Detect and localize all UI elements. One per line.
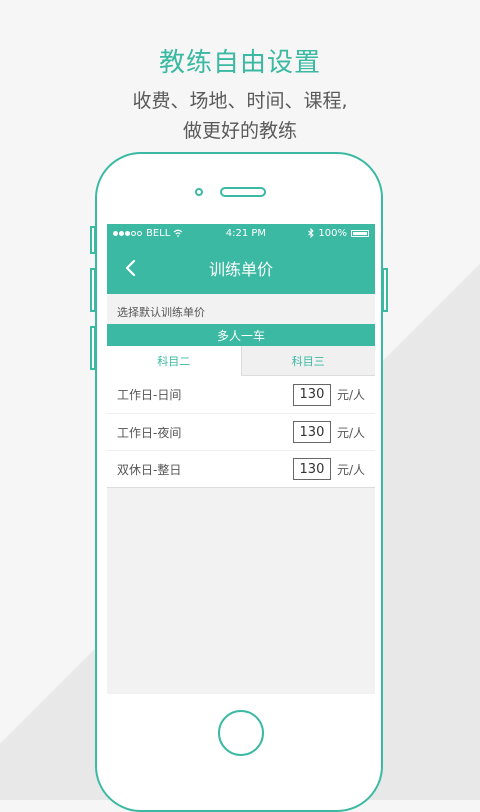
status-time: 4:21 PM xyxy=(225,227,267,239)
price-unit: 元/人 xyxy=(336,462,365,477)
price-input[interactable]: 130 xyxy=(292,421,331,443)
subject-tabs: 科目二 科目三 xyxy=(107,346,375,376)
price-row: 工作日-日间 130 元/人 xyxy=(107,376,375,413)
carrier-label: BELL xyxy=(146,227,171,239)
app-screen: BELL 4:21 PM 100% 训练单价 选择默认训练单价 多人一车 科目二… xyxy=(107,224,375,694)
phone-home-button xyxy=(218,710,264,756)
section-title: 多人一车 xyxy=(107,324,375,346)
tab-subject-two[interactable]: 科目二 xyxy=(107,346,241,376)
promo-subtitle-line1: 收费、场地、时间、课程, xyxy=(132,90,348,112)
price-row-label: 双休日-整日 xyxy=(117,462,182,477)
bluetooth-icon xyxy=(308,228,315,238)
back-arrow-icon[interactable] xyxy=(121,256,141,280)
price-unit: 元/人 xyxy=(336,425,365,440)
phone-camera xyxy=(195,188,203,196)
phone-speaker xyxy=(220,187,266,197)
page-title: 训练单价 xyxy=(208,260,273,279)
price-row: 双休日-整日 130 元/人 xyxy=(107,450,375,487)
signal-icon xyxy=(113,228,143,239)
status-bar: BELL 4:21 PM 100% xyxy=(107,224,375,242)
promo-title: 教练自由设置 xyxy=(158,48,321,78)
price-unit: 元/人 xyxy=(336,388,365,402)
hint-text: 选择默认训练单价 xyxy=(117,306,205,319)
price-input[interactable]: 130 xyxy=(292,458,331,480)
promo-subtitle-line2: 做更好的教练 xyxy=(182,120,297,142)
tab-subject-three[interactable]: 科目三 xyxy=(240,346,375,376)
nav-bar: 训练单价 xyxy=(107,242,375,294)
price-input[interactable]: 130 xyxy=(292,383,331,406)
price-row: 工作日-夜间 130 元/人 xyxy=(107,413,375,450)
battery-icon xyxy=(351,229,369,237)
battery-percent: 100% xyxy=(318,227,347,239)
price-list: 工作日-日间 130 元/人 工作日-夜间 130 元/人 双休日-整日 130… xyxy=(107,376,375,488)
wifi-icon xyxy=(173,229,183,237)
price-row-label: 工作日-夜间 xyxy=(117,425,182,440)
price-row-label: 工作日-日间 xyxy=(117,388,182,402)
